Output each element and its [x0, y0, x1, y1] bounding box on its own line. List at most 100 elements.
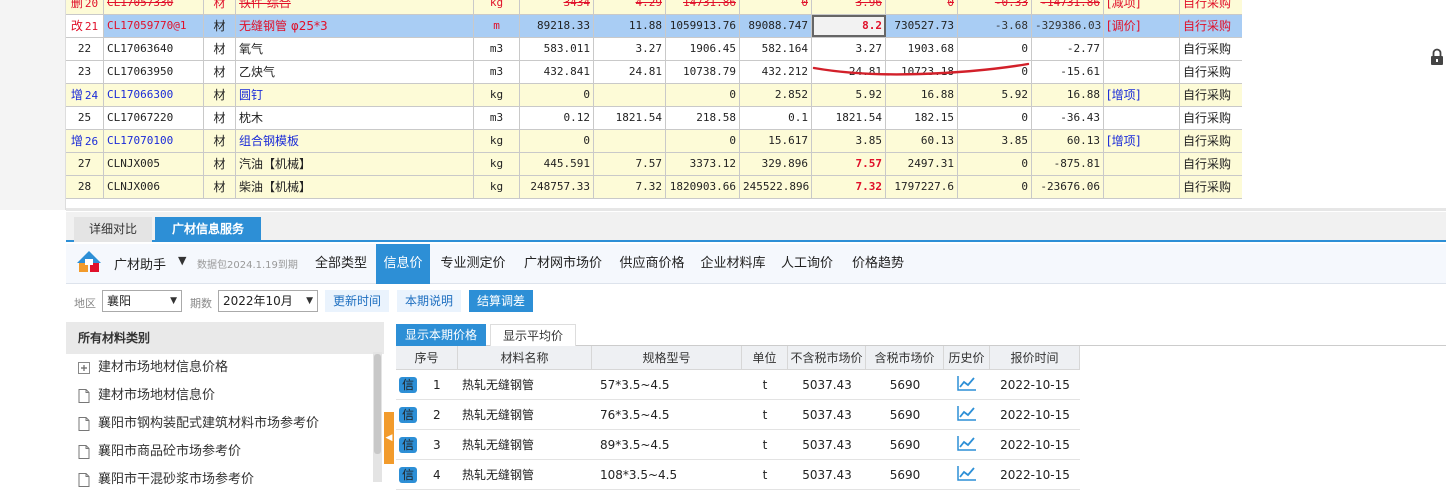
- grid-cell-c8[interactable]: 16.88: [1032, 84, 1104, 106]
- refresh-time-button[interactable]: 更新时间: [325, 290, 390, 312]
- grid-row[interactable]: 改 21 CL17059770@1 材无缝钢管 φ25*3 m 89218.33 11.88…: [66, 15, 1242, 38]
- grid-cell-c8[interactable]: -36.43: [1032, 107, 1104, 129]
- history-chart-icon[interactable]: [944, 405, 990, 424]
- grid-cell-c1[interactable]: 248757.33: [520, 176, 594, 198]
- grid-cell-c5[interactable]: 5.92: [812, 84, 886, 106]
- grid-cell-unit[interactable]: m3: [474, 61, 520, 83]
- grid-cell-num[interactable]: 增 26: [66, 130, 104, 152]
- grid-cell-note[interactable]: [增项]: [1104, 84, 1180, 106]
- grid-cell-c5[interactable]: 3.27: [812, 38, 886, 60]
- settle-adjust-button[interactable]: 结算调差: [469, 290, 534, 312]
- grid-cell-name[interactable]: 圆钉: [236, 84, 474, 106]
- grid-cell-c7[interactable]: 5.92: [958, 84, 1032, 106]
- grid-cell-type[interactable]: 材: [204, 38, 236, 60]
- grid-cell-c5[interactable]: 3.85: [812, 130, 886, 152]
- grid-cell-c2[interactable]: 7.57: [594, 153, 666, 175]
- grid-cell-c6[interactable]: 1903.68: [886, 38, 958, 60]
- grid-row[interactable]: 增 24 CL17066300 材圆钉 kg 0 0 2.852 5.92 16.88 5.92 16…: [66, 84, 1242, 107]
- grid-cell-unit[interactable]: m3: [474, 38, 520, 60]
- grid-cell-name[interactable]: 组合钢模板: [236, 130, 474, 152]
- grid-cell-c3[interactable]: 10738.79: [666, 61, 740, 83]
- nav-tab-0[interactable]: 全部类型: [306, 244, 376, 284]
- grid-cell-c4[interactable]: 89088.747: [740, 15, 812, 37]
- tab-current-price[interactable]: 显示本期价格: [396, 324, 486, 346]
- grid-cell-src[interactable]: 自行采购: [1180, 84, 1242, 106]
- grid-cell-c3[interactable]: 1906.45: [666, 38, 740, 60]
- column-header-5[interactable]: 含税市场价: [866, 346, 944, 370]
- grid-cell-name[interactable]: 枕木: [236, 107, 474, 129]
- grid-cell-src[interactable]: 自行采购: [1180, 153, 1242, 175]
- region-select[interactable]: 襄阳 ▼: [102, 290, 182, 312]
- grid-cell-type[interactable]: 材: [204, 61, 236, 83]
- materials-grid[interactable]: 删 20 CL17057330 材铁件 综合 kg 3434 4.29 14731.86 0 3.…: [66, 0, 1242, 210]
- grid-cell-name[interactable]: 乙炔气: [236, 61, 474, 83]
- grid-cell-c7[interactable]: 0: [958, 153, 1032, 175]
- grid-cell-type[interactable]: 材: [204, 15, 236, 37]
- period-select[interactable]: 2022年10月 ▼: [218, 290, 318, 312]
- grid-cell-c2[interactable]: [594, 130, 666, 152]
- grid-cell-src[interactable]: 自行采购: [1180, 38, 1242, 60]
- tab-guangcai-service[interactable]: 广材信息服务: [155, 217, 261, 242]
- grid-cell-note[interactable]: [1104, 61, 1180, 83]
- grid-cell-c8[interactable]: 60.13: [1032, 130, 1104, 152]
- grid-row[interactable]: 22 CL17063640 材氧气 m3 583.011 3.27 1906.45 582.1…: [66, 38, 1242, 61]
- grid-cell-code[interactable]: CL17057330: [104, 0, 204, 14]
- grid-cell-c6[interactable]: 182.15: [886, 107, 958, 129]
- grid-cell-type[interactable]: 材: [204, 107, 236, 129]
- grid-cell-note[interactable]: [1104, 38, 1180, 60]
- grid-cell-num[interactable]: 25: [66, 107, 104, 129]
- grid-cell-c1[interactable]: 0: [520, 130, 594, 152]
- grid-cell-code[interactable]: CL17070100: [104, 130, 204, 152]
- grid-cell-type[interactable]: 材: [204, 176, 236, 198]
- grid-cell-c3[interactable]: 14731.86: [666, 0, 740, 14]
- info-badge-icon[interactable]: 信: [399, 376, 417, 393]
- sidebar-item-3[interactable]: 襄阳市商品砼市场参考价: [66, 438, 384, 466]
- grid-cell-unit[interactable]: kg: [474, 0, 520, 14]
- grid-cell-note[interactable]: [减项]: [1104, 0, 1180, 14]
- nav-tab-3[interactable]: 广材网市场价: [516, 244, 610, 284]
- grid-cell-c2[interactable]: 4.29: [594, 0, 666, 14]
- grid-cell-c6[interactable]: 0: [886, 0, 958, 14]
- column-header-2[interactable]: 规格型号: [592, 346, 742, 370]
- grid-cell-src[interactable]: 自行采购: [1180, 130, 1242, 152]
- column-header-4[interactable]: 不含税市场价: [788, 346, 866, 370]
- grid-cell-code[interactable]: CLNJX006: [104, 176, 204, 198]
- history-chart-icon[interactable]: [944, 465, 990, 484]
- grid-cell-c6[interactable]: 16.88: [886, 84, 958, 106]
- grid-cell-c7[interactable]: 3.85: [958, 130, 1032, 152]
- grid-cell-c6[interactable]: 60.13: [886, 130, 958, 152]
- grid-cell-c3[interactable]: 0: [666, 130, 740, 152]
- chevron-down-icon[interactable]: ▼: [178, 254, 186, 267]
- grid-cell-unit[interactable]: kg: [474, 153, 520, 175]
- grid-cell-c6[interactable]: 730527.73: [886, 15, 958, 37]
- nav-tab-6[interactable]: 人工询价: [774, 244, 840, 284]
- grid-cell-c7[interactable]: 0: [958, 176, 1032, 198]
- grid-row[interactable]: 28 CLNJX006 材柴油【机械】 kg 248757.33 7.32 1820903.…: [66, 176, 1242, 199]
- grid-cell-type[interactable]: 材: [204, 84, 236, 106]
- grid-cell-c8[interactable]: -2.77: [1032, 38, 1104, 60]
- grid-row[interactable]: 删 20 CL17057330 材铁件 综合 kg 3434 4.29 14731.86 0 3.…: [66, 0, 1242, 15]
- grid-cell-c7[interactable]: -3.68: [958, 15, 1032, 37]
- price-row[interactable]: 信 3 热轧无缝钢管 89*3.5~4.5 t 5037.43 5690 2022-10-15: [396, 430, 1080, 460]
- sidebar-item-1[interactable]: 建材市场地材信息价: [66, 382, 384, 410]
- grid-cell-num[interactable]: 28: [66, 176, 104, 198]
- grid-cell-src[interactable]: 自行采购: [1180, 0, 1242, 14]
- lock-icon[interactable]: [1430, 48, 1444, 66]
- grid-cell-num[interactable]: 22: [66, 38, 104, 60]
- column-header-1[interactable]: 材料名称: [458, 346, 592, 370]
- grid-cell-c3[interactable]: 1059913.76: [666, 15, 740, 37]
- nav-tab-7[interactable]: 价格趋势: [842, 244, 914, 284]
- grid-cell-c3[interactable]: 1820903.66: [666, 176, 740, 198]
- tab-detail-compare[interactable]: 详细对比: [74, 217, 152, 242]
- grid-cell-unit[interactable]: kg: [474, 84, 520, 106]
- grid-cell-c2[interactable]: 3.27: [594, 38, 666, 60]
- grid-cell-c1[interactable]: 432.841: [520, 61, 594, 83]
- collapse-handle[interactable]: ◀: [384, 412, 394, 464]
- price-row[interactable]: 信 4 热轧无缝钢管 108*3.5~4.5 t 5037.43 5690 2022-10-1…: [396, 460, 1080, 490]
- grid-cell-c1[interactable]: 0: [520, 84, 594, 106]
- brand-label[interactable]: 广材助手: [114, 254, 166, 273]
- grid-cell-name[interactable]: 氧气: [236, 38, 474, 60]
- grid-row[interactable]: 增 26 CL17070100 材组合钢模板 kg 0 0 15.617 3.85 60.13 3.…: [66, 130, 1242, 153]
- grid-cell-num[interactable]: 改 21: [66, 15, 104, 37]
- grid-cell-c2[interactable]: [594, 84, 666, 106]
